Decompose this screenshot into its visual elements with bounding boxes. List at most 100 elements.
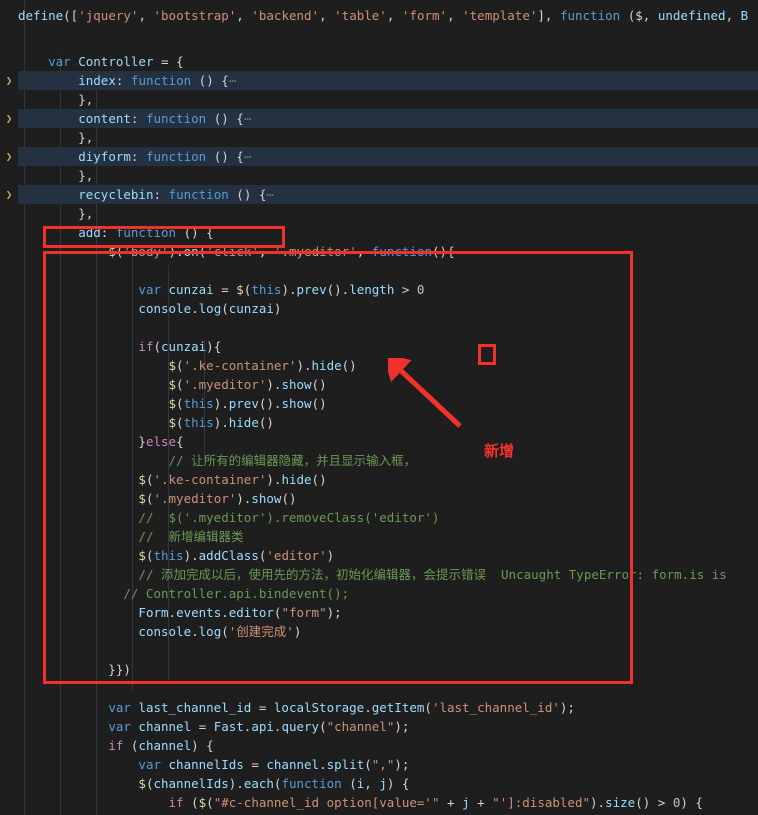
- code-token: (: [123, 738, 139, 753]
- code-line[interactable]: $('.ke-container').hide(): [0, 356, 758, 375]
- code-token: console: [138, 624, 192, 639]
- code-token: () {: [206, 149, 244, 164]
- code-line[interactable]: [0, 679, 758, 698]
- code-token: ).: [213, 396, 229, 411]
- code-token: 'editor': [266, 548, 327, 563]
- code-token: =: [251, 700, 274, 715]
- code-token: (: [620, 8, 636, 23]
- code-line[interactable]: $('.ke-container').hide(): [0, 470, 758, 489]
- code-token: 'click': [206, 244, 259, 259]
- code-line[interactable]: if(cunzai){: [0, 337, 758, 356]
- code-line[interactable]: if (channel) {: [0, 736, 758, 755]
- code-line[interactable]: },: [0, 128, 758, 147]
- code-token: .: [364, 700, 372, 715]
- code-line[interactable]: // Controller.api.bindevent();: [0, 584, 758, 603]
- code-line[interactable]: $(this).hide(): [0, 413, 758, 432]
- chevron-right-fold-icon[interactable]: ❯: [3, 185, 15, 204]
- code-line[interactable]: $('.myeditor').show(): [0, 375, 758, 394]
- code-line[interactable]: add: function () {: [0, 223, 758, 242]
- code-token: '.myeditor': [153, 491, 237, 506]
- code-token: (): [311, 377, 327, 392]
- code-token: // Controller.api.bindevent();: [123, 586, 350, 601]
- code-line[interactable]: $('body').on('click', '.myeditor', funct…: [0, 242, 758, 261]
- code-token: ,: [364, 776, 380, 791]
- code-line[interactable]: console.log(cunzai): [0, 299, 758, 318]
- code-token: 'bootstrap': [153, 8, 237, 23]
- code-line[interactable]: define(['jquery', 'bootstrap', 'backend'…: [0, 6, 758, 25]
- code-token: function: [559, 8, 621, 23]
- code-line[interactable]: Form.events.editor("form");: [0, 603, 758, 622]
- code-token: =: [243, 757, 267, 772]
- code-line[interactable]: $(this).addClass('editor'): [0, 546, 758, 565]
- code-token: $: [168, 396, 177, 411]
- code-line[interactable]: },: [0, 90, 758, 109]
- code-line[interactable]: $(this).prev().show(): [0, 394, 758, 413]
- code-line[interactable]: },: [0, 204, 758, 223]
- code-token: localStorage: [273, 700, 365, 715]
- chevron-right-fold-icon[interactable]: ❯: [3, 109, 15, 128]
- code-line[interactable]: console.log('创建完成'): [0, 622, 758, 641]
- code-token: $: [635, 8, 643, 23]
- code-line[interactable]: var Controller = {: [0, 52, 758, 71]
- code-token: >: [394, 282, 417, 297]
- code-line[interactable]: diyform: function () {⋯: [0, 147, 758, 166]
- code-line[interactable]: // 添加完成以后，使用先的方法，初始化编辑器，会提示错误 Uncaught T…: [0, 565, 758, 584]
- code-token: cunzai: [168, 282, 214, 297]
- code-token: channel: [266, 757, 320, 772]
- code-line[interactable]: }else{: [0, 432, 758, 451]
- code-line[interactable]: var channel = Fast.api.query("channel");: [0, 717, 758, 736]
- code-token: :: [130, 149, 146, 164]
- code-line[interactable]: var last_channel_id = localStorage.getIt…: [0, 698, 758, 717]
- code-token: (: [319, 719, 327, 734]
- code-lines-container[interactable]: define(['jquery', 'bootstrap', 'backend'…: [0, 0, 758, 815]
- code-token: // 新增编辑器类: [138, 529, 244, 544]
- code-token: $: [138, 548, 146, 563]
- code-token: function: [371, 244, 433, 259]
- code-token: ).: [228, 776, 244, 791]
- code-token: ⋯: [228, 73, 237, 88]
- code-token: "channel": [326, 719, 395, 734]
- code-line[interactable]: recyclebin: function () {⋯: [0, 185, 758, 204]
- code-line[interactable]: }}): [0, 660, 758, 679]
- code-line[interactable]: $('.myeditor').show(): [0, 489, 758, 508]
- code-token: () {: [206, 111, 244, 126]
- code-line[interactable]: var cunzai = $(this).prev().length > 0: [0, 280, 758, 299]
- code-token: log: [198, 624, 222, 639]
- code-line[interactable]: if ($("#c-channel_id option[value='" + j…: [0, 793, 758, 812]
- code-line[interactable]: // $('.myeditor').removeClass('editor'): [0, 508, 758, 527]
- code-token: 0: [416, 282, 425, 297]
- chevron-right-fold-icon[interactable]: ❯: [3, 71, 15, 90]
- code-line[interactable]: [0, 641, 758, 660]
- code-token: ).: [213, 415, 229, 430]
- code-token: recyclebin: [78, 187, 154, 202]
- code-token: var: [108, 700, 131, 715]
- code-line[interactable]: // 让所有的编辑器隐藏，并且显示输入框，: [0, 451, 758, 470]
- code-token: function: [130, 73, 192, 88]
- code-token: index: [78, 73, 116, 88]
- code-token: $: [168, 415, 177, 430]
- code-line[interactable]: $(channelIds).each(function (i, j) {: [0, 774, 758, 793]
- code-line[interactable]: // 新增编辑器类: [0, 527, 758, 546]
- code-line[interactable]: },: [0, 166, 758, 185]
- code-token: () {: [228, 187, 267, 202]
- code-line[interactable]: [0, 318, 758, 337]
- code-token: (: [176, 377, 184, 392]
- code-line[interactable]: index: function () {⋯: [0, 71, 758, 90]
- code-token: function: [115, 225, 177, 240]
- code-line[interactable]: var channelIds = channel.split(",");: [0, 755, 758, 774]
- code-line[interactable]: content: function () {⋯: [0, 109, 758, 128]
- chevron-right-fold-icon[interactable]: ❯: [3, 147, 15, 166]
- editor-gutter: ❯ ❯ ❯ ❯: [0, 0, 18, 815]
- code-token: = {: [153, 54, 184, 69]
- code-line[interactable]: [0, 261, 758, 280]
- code-token: +: [439, 795, 463, 810]
